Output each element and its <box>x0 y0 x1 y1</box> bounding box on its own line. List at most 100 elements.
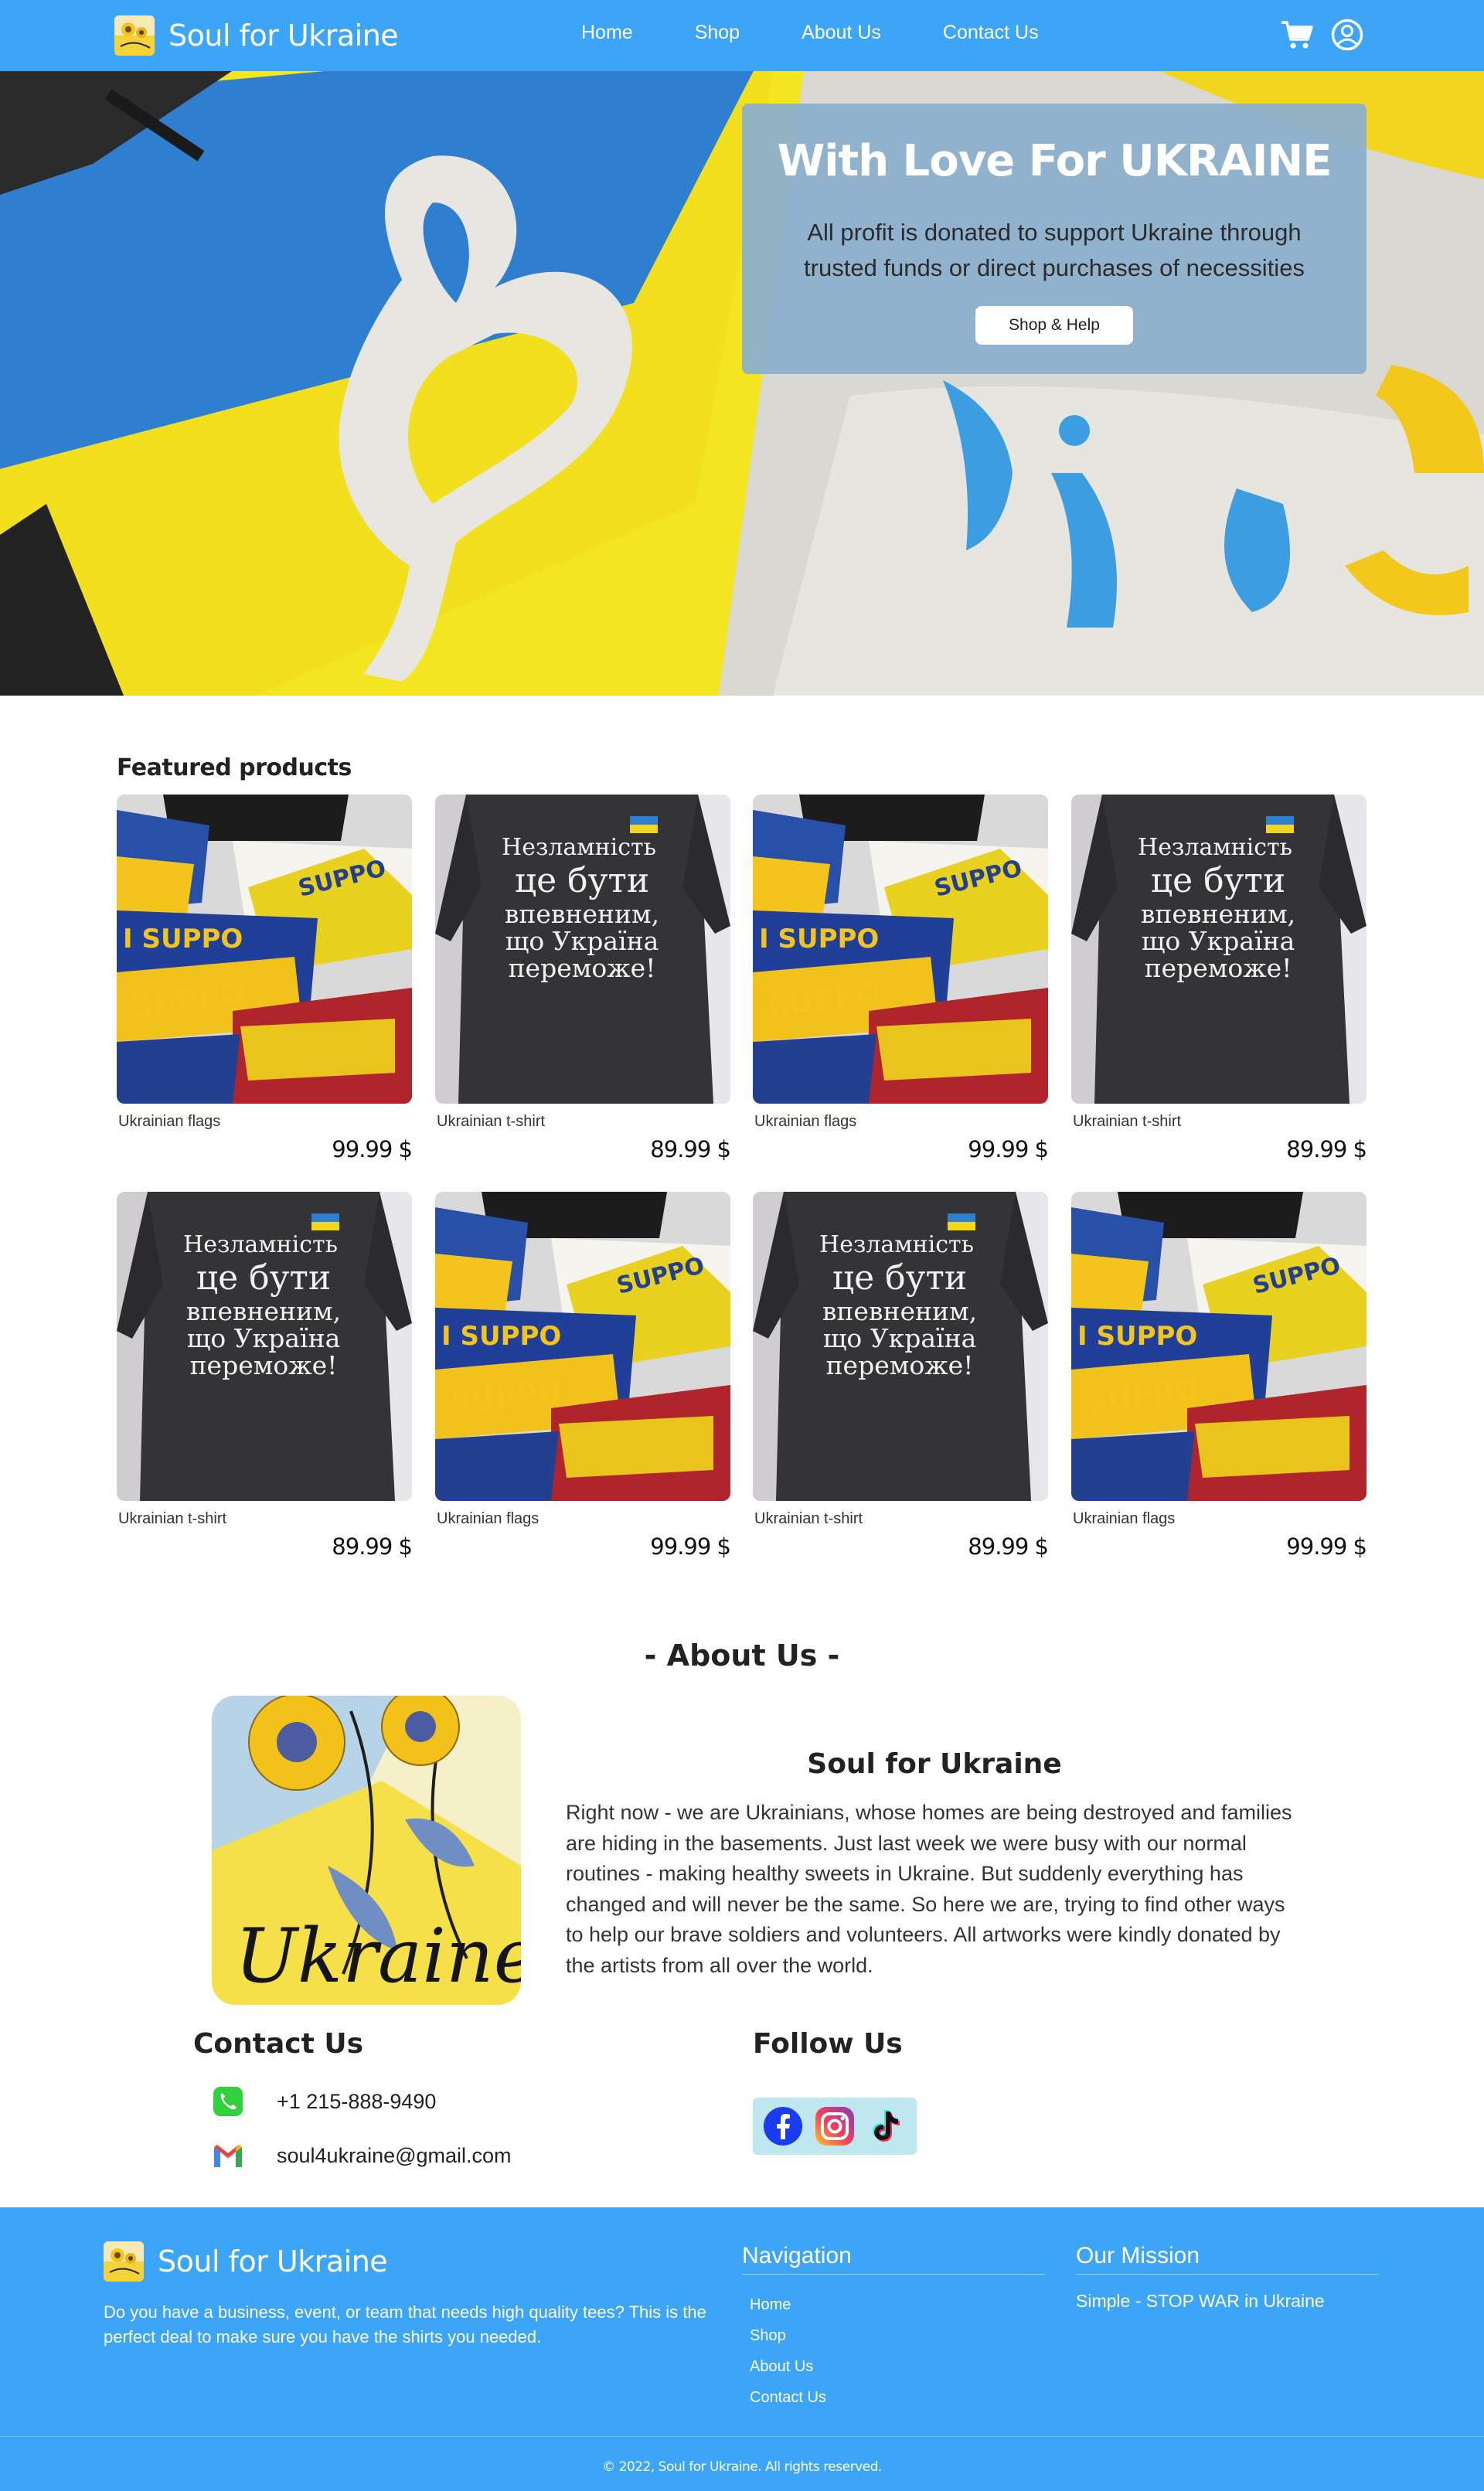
product-image[interactable]: Незламність це бути впевненим, що Україн… <box>753 1192 1048 1501</box>
brand-logo <box>114 15 155 56</box>
svg-text:що Україна: що Україна <box>505 926 659 956</box>
about-artwork: Ukraine <box>212 1696 521 2005</box>
footer-mission: Simple - STOP WAR in Ukraine <box>1076 2291 1325 2311</box>
product-price: 89.99 $ <box>332 1533 413 1560</box>
product-card[interactable]: I SUPPO SUPPO SUPPO Ukrainian flags 99.99… <box>117 795 413 1166</box>
product-name[interactable]: Ukrainian flags <box>754 1113 856 1131</box>
footer-description: Do you have a business, event, or team t… <box>104 2302 706 2346</box>
svg-text:I SUPPO: I SUPPO <box>759 924 879 955</box>
contact-email[interactable]: soul4ukraine@gmail.com <box>212 2139 512 2172</box>
featured-products-title: Featured products <box>117 754 352 781</box>
svg-text:що Україна: що Україна <box>187 1323 341 1353</box>
footer-divider <box>0 2436 1484 2437</box>
account-button[interactable] <box>1331 19 1363 51</box>
product-image[interactable]: I SUPPO SUPPO SUPPO <box>1071 1192 1367 1501</box>
footer-nav-shop[interactable]: Shop <box>750 2320 826 2351</box>
about-artwork-caption: Ukraine <box>235 1913 521 1999</box>
product-price: 89.99 $ <box>650 1136 731 1162</box>
product-card[interactable]: Незламність це бути впевненим, що Україн… <box>435 795 731 1166</box>
footer-nav-contact[interactable]: Contact Us <box>750 2382 826 2413</box>
svg-text:що Україна: що Україна <box>823 1323 977 1353</box>
svg-text:I SUPPO: I SUPPO <box>441 1321 561 1352</box>
svg-text:впевненим,: впевненим, <box>1141 899 1295 929</box>
nav-about[interactable]: About Us <box>802 22 881 44</box>
user-circle-icon <box>1331 19 1363 51</box>
product-card[interactable]: Незламність це бути впевненим, що Україн… <box>117 1192 413 1563</box>
product-card[interactable]: Незламність це бути впевненим, що Україн… <box>753 1192 1049 1563</box>
cart-button[interactable] <box>1280 19 1314 50</box>
site-footer: Soul for Ukraine Do you have a business,… <box>0 2207 1484 2491</box>
facebook-icon[interactable] <box>762 2105 804 2147</box>
instagram-icon[interactable] <box>814 2105 856 2147</box>
product-price: 99.99 $ <box>1286 1533 1367 1560</box>
phone-icon <box>213 2087 243 2116</box>
product-price: 89.99 $ <box>1286 1136 1367 1162</box>
contact-email-value: soul4ukraine@gmail.com <box>277 2143 512 2167</box>
product-image[interactable]: Незламність це бути впевненим, що Україн… <box>117 1192 412 1501</box>
svg-text:впевненим,: впевненим, <box>186 1296 341 1326</box>
product-name[interactable]: Ukrainian t-shirt <box>1073 1113 1181 1131</box>
svg-text:переможе!: переможе! <box>826 1350 974 1380</box>
gmail-icon <box>214 2145 242 2167</box>
product-card[interactable]: I SUPPO SUPPO SUPPO Ukrainian flags 99.99… <box>1071 1192 1367 1563</box>
nav-shop[interactable]: Shop <box>695 22 740 44</box>
tiktok-icon[interactable] <box>866 2105 907 2147</box>
product-price: 99.99 $ <box>332 1136 413 1162</box>
svg-text:переможе!: переможе! <box>1145 953 1292 983</box>
product-card[interactable]: I SUPPO SUPPO SUPPO Ukrainian flags 99.99… <box>753 795 1049 1166</box>
product-name[interactable]: Ukrainian t-shirt <box>437 1113 545 1131</box>
contact-phone-value: +1 215-888-9490 <box>277 2089 437 2113</box>
svg-text:це бути: це бути <box>196 1258 331 1298</box>
svg-text:I SUPPO: I SUPPO <box>1077 1321 1197 1352</box>
about-text: Right now - we are Ukrainians, whose hom… <box>566 1801 1292 1977</box>
footer-nav: Home Shop About Us Contact Us <box>750 2289 826 2413</box>
brand-name: Soul for Ukraine <box>168 19 399 53</box>
main-nav: Home Shop About Us Contact Us <box>581 22 1101 44</box>
site-header: Soul for Ukraine Home Shop About Us Cont… <box>0 0 1484 71</box>
svg-text:переможе!: переможе! <box>190 1350 338 1380</box>
product-name[interactable]: Ukrainian flags <box>437 1510 539 1528</box>
footer-nav-home[interactable]: Home <box>750 2289 826 2320</box>
hero: With Love For UKRAINE All profit is dona… <box>0 71 1484 696</box>
svg-text:це бути: це бути <box>832 1258 967 1298</box>
product-image[interactable]: I SUPPO SUPPO SUPPO <box>753 795 1048 1104</box>
cart-icon <box>1281 21 1313 49</box>
product-name[interactable]: Ukrainian t-shirt <box>118 1510 226 1528</box>
about-title: - About Us - <box>644 1639 840 1673</box>
footer-copyright: © 2022, Soul for Ukraine. All rights res… <box>602 2459 882 2475</box>
product-price: 89.99 $ <box>968 1533 1049 1560</box>
product-card[interactable]: Незламність це бути впевненим, що Україн… <box>1071 795 1367 1166</box>
contact-title: Contact Us <box>193 2028 364 2060</box>
social-links <box>753 2098 917 2155</box>
hero-title: With Love For UKRAINE <box>777 136 1332 186</box>
product-image[interactable]: Незламність це бути впевненим, що Україн… <box>1071 795 1367 1104</box>
hero-subtitle: All profit is donated to support Ukraine… <box>804 219 1305 281</box>
product-image[interactable]: Незламність це бути впевненим, що Україн… <box>435 795 730 1104</box>
brand[interactable]: Soul for Ukraine <box>114 15 399 56</box>
about-name: Soul for Ukraine <box>807 1748 1062 1780</box>
footer-brand[interactable]: Soul for Ukraine <box>104 2241 388 2282</box>
svg-text:це бути: це бути <box>515 861 649 900</box>
nav-home[interactable]: Home <box>581 22 633 44</box>
product-image[interactable]: I SUPPO SUPPO SUPPO <box>117 795 412 1104</box>
footer-nav-about[interactable]: About Us <box>750 2351 826 2382</box>
svg-text:це бути: це бути <box>1151 861 1285 900</box>
product-name[interactable]: Ukrainian flags <box>118 1113 220 1131</box>
product-price: 99.99 $ <box>650 1533 731 1560</box>
product-card[interactable]: I SUPPO SUPPO SUPPO Ukrainian flags 99.99… <box>435 1192 731 1563</box>
svg-text:переможе!: переможе! <box>509 953 656 983</box>
shop-help-button[interactable]: Shop & Help <box>975 306 1133 345</box>
contact-phone[interactable]: +1 215-888-9490 <box>212 2085 436 2118</box>
footer-mission-title: Our Mission <box>1076 2243 1379 2275</box>
footer-brand-name: Soul for Ukraine <box>158 2244 388 2278</box>
svg-text:Незламність: Незламність <box>502 834 656 861</box>
product-name[interactable]: Ukrainian flags <box>1073 1510 1175 1528</box>
hero-card: With Love For UKRAINE All profit is dona… <box>742 104 1367 374</box>
footer-brand-logo <box>104 2241 144 2282</box>
product-price: 99.99 $ <box>968 1136 1049 1162</box>
product-image[interactable]: I SUPPO SUPPO SUPPO <box>435 1192 730 1501</box>
product-name[interactable]: Ukrainian t-shirt <box>754 1510 863 1528</box>
nav-contact[interactable]: Contact Us <box>943 22 1039 44</box>
svg-text:I SUPPO: I SUPPO <box>123 924 243 955</box>
svg-text:Незламність: Незламність <box>183 1231 338 1258</box>
